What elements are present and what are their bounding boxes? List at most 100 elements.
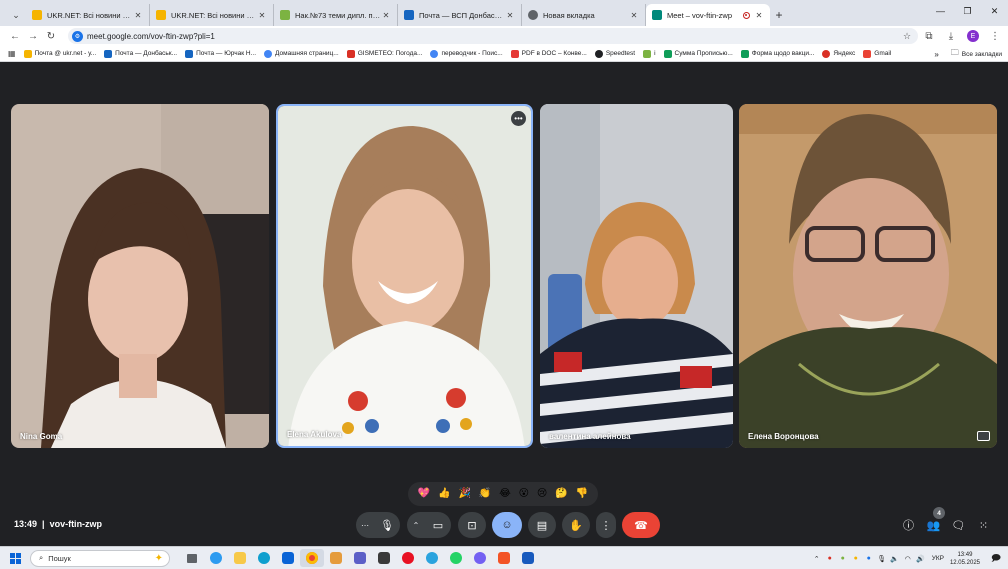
bookmark-item[interactable]: Форма щодо вакци... bbox=[740, 49, 814, 58]
apps-grid-icon[interactable]: ▦ bbox=[8, 49, 16, 58]
store-icon[interactable] bbox=[492, 549, 516, 567]
meeting-details-icon[interactable]: ⓘ bbox=[896, 516, 921, 534]
bookmark-star-icon[interactable]: ☆ bbox=[900, 31, 914, 42]
tray-app-icon[interactable]: ● bbox=[824, 553, 836, 565]
reaction-surprised[interactable]: 😮 bbox=[519, 489, 529, 499]
restore-icon[interactable]: ❐ bbox=[954, 0, 981, 22]
tray-app-icon[interactable]: ● bbox=[837, 553, 849, 565]
tab-google-meet[interactable]: Meet – vov-ftin-zwp ✕ bbox=[646, 4, 770, 26]
volume-icon[interactable]: 🔈 bbox=[889, 553, 901, 565]
calculator-icon[interactable] bbox=[372, 549, 396, 567]
site-info-icon[interactable]: ⚙ bbox=[72, 30, 83, 42]
bookmark-item[interactable]: GISMETEO: Погода... bbox=[346, 49, 422, 58]
edge-icon[interactable] bbox=[252, 549, 276, 567]
bookmark-item[interactable]: PDF в DOC – Конве... bbox=[510, 49, 587, 58]
reaction-thumbs-up[interactable]: 👍 bbox=[438, 489, 450, 499]
bookmark-item[interactable]: Почта — Юрчак Н... bbox=[185, 49, 256, 58]
close-window-icon[interactable]: ✕ bbox=[981, 0, 1008, 22]
tray-app-icon[interactable]: ● bbox=[863, 553, 875, 565]
speaker-icon[interactable]: 🔊 bbox=[915, 553, 927, 565]
camera-icon[interactable]: ▭ bbox=[425, 512, 451, 538]
paint-icon[interactable] bbox=[324, 549, 348, 567]
clock[interactable]: 13:49 12.05.2025 bbox=[950, 551, 980, 567]
chat-icon[interactable]: 🗨 bbox=[946, 516, 971, 534]
tab-close-icon[interactable]: ✕ bbox=[257, 11, 267, 20]
bookmark-item[interactable]: i bbox=[643, 49, 656, 58]
more-options-icon[interactable]: ⋮ bbox=[596, 512, 616, 538]
taskbar-search[interactable]: ⌕ Пошук ✦ bbox=[30, 549, 170, 567]
file-explorer-icon[interactable] bbox=[228, 549, 252, 567]
activities-icon[interactable]: ⁙ bbox=[971, 516, 996, 534]
reaction-clap[interactable]: 👏 bbox=[479, 489, 491, 499]
notifications-icon[interactable]: 🗩 bbox=[988, 551, 1004, 567]
reload-icon[interactable]: ↻ bbox=[42, 27, 60, 45]
tab-new-tab[interactable]: Новая вкладка ✕ bbox=[522, 4, 646, 26]
opera-icon[interactable] bbox=[396, 549, 420, 567]
tab-close-icon[interactable]: ✕ bbox=[133, 11, 143, 20]
participant-tile-3[interactable]: валентина алейнова bbox=[540, 104, 733, 448]
minimize-icon[interactable]: — bbox=[927, 0, 954, 22]
teams-icon[interactable] bbox=[348, 549, 372, 567]
outlook-icon[interactable] bbox=[276, 549, 300, 567]
raise-hand-icon[interactable]: ✋ bbox=[562, 512, 590, 538]
tab-ukrnet-1[interactable]: UKR.NET: Всі новини України, ✕ bbox=[26, 4, 150, 26]
tile-more-options-icon[interactable]: ••• bbox=[511, 111, 526, 126]
reaction-heart[interactable]: 💖 bbox=[418, 489, 430, 499]
emoji-reactions-icon[interactable]: ☺ bbox=[492, 512, 522, 538]
new-tab-button[interactable]: + bbox=[770, 4, 788, 26]
participant-tile-1[interactable]: Nina Goma bbox=[11, 104, 269, 448]
reaction-thumbs-down[interactable]: 👎 bbox=[576, 489, 588, 499]
tab-close-icon[interactable]: ✕ bbox=[381, 11, 391, 20]
captions-icon[interactable]: ▤ bbox=[528, 512, 556, 538]
download-icon[interactable]: ⤓ bbox=[940, 27, 962, 45]
bookmark-item[interactable]: переводчик - Поис... bbox=[430, 49, 503, 58]
tab-diploma-topics[interactable]: Нак.№73 теми дипл. проектів ✕ bbox=[274, 4, 398, 26]
browser-menu-icon[interactable]: ⋮ bbox=[984, 27, 1006, 45]
url-text[interactable]: meet.google.com/vov-ftin-zwp?pli=1 bbox=[87, 32, 900, 41]
microphone-icon[interactable]: 🎙 bbox=[374, 512, 400, 538]
wifi-icon[interactable]: ◠ bbox=[902, 553, 914, 565]
bookmark-item[interactable]: Яндекс bbox=[822, 49, 855, 58]
leave-call-icon[interactable]: ☎ bbox=[622, 512, 660, 538]
word-icon[interactable] bbox=[516, 549, 540, 567]
reaction-sad[interactable]: 😢 bbox=[537, 489, 547, 499]
all-bookmarks-button[interactable]: Все закладки bbox=[962, 51, 1002, 58]
profile-avatar[interactable]: E bbox=[962, 27, 984, 45]
bookmark-item[interactable]: Почта @ ukr.net - у... bbox=[23, 49, 96, 58]
windows-start-icon[interactable] bbox=[0, 547, 30, 569]
tab-ukrnet-2[interactable]: UKR.NET: Всі новини України, ✕ bbox=[150, 4, 274, 26]
audio-options-icon[interactable]: ⋯ bbox=[356, 512, 374, 538]
tab-close-icon[interactable]: ✕ bbox=[505, 11, 515, 20]
reaction-thinking[interactable]: 🤔 bbox=[555, 489, 567, 499]
address-bar[interactable]: ⚙ meet.google.com/vov-ftin-zwp?pli=1 ☆ bbox=[68, 28, 918, 44]
bookmarks-more-button[interactable]: » bbox=[934, 50, 938, 59]
forward-arrow-icon[interactable]: → bbox=[24, 27, 42, 45]
people-icon[interactable]: 👥 4 bbox=[921, 507, 946, 534]
tab-mail-donbas[interactable]: Почта — ВСП Донбаський агр ✕ bbox=[398, 4, 522, 26]
extensions-icon[interactable]: ⧉ bbox=[918, 27, 940, 45]
tab-search-chevron-icon[interactable]: ⌄ bbox=[6, 4, 26, 26]
participant-tile-2[interactable]: ••• Elena Akulova bbox=[276, 104, 533, 448]
bookmark-item[interactable]: Gmail bbox=[863, 49, 891, 58]
chrome-icon[interactable] bbox=[300, 549, 324, 567]
present-screen-icon[interactable]: ⊡ bbox=[458, 512, 486, 538]
telegram-icon[interactable] bbox=[420, 549, 444, 567]
picture-in-picture-icon[interactable] bbox=[977, 431, 990, 441]
video-options-chevron-icon[interactable]: ⌃ bbox=[407, 512, 425, 538]
whatsapp-icon[interactable] bbox=[444, 549, 468, 567]
tab-close-icon[interactable]: ✕ bbox=[629, 11, 639, 20]
back-arrow-icon[interactable]: ← bbox=[6, 27, 24, 45]
reaction-laugh[interactable]: 😂 bbox=[499, 489, 511, 499]
reaction-party[interactable]: 🎉 bbox=[459, 489, 471, 499]
tray-app-icon[interactable]: ● bbox=[850, 553, 862, 565]
bookmark-item[interactable]: Сумма Прописью... bbox=[663, 49, 733, 58]
bookmark-item[interactable]: Домашняя страниц... bbox=[264, 49, 339, 58]
copilot-icon[interactable] bbox=[204, 549, 228, 567]
bookmark-item[interactable]: Почта — Донбаськ... bbox=[104, 49, 177, 58]
input-language[interactable]: УКР bbox=[932, 555, 944, 562]
task-view-icon[interactable] bbox=[180, 549, 204, 567]
tray-microphone-icon[interactable]: 🎙 bbox=[876, 553, 888, 565]
bookmark-item[interactable]: Speedtest bbox=[594, 49, 635, 58]
participant-tile-4[interactable]: Елена Воронцова bbox=[739, 104, 997, 448]
viber-icon[interactable] bbox=[468, 549, 492, 567]
